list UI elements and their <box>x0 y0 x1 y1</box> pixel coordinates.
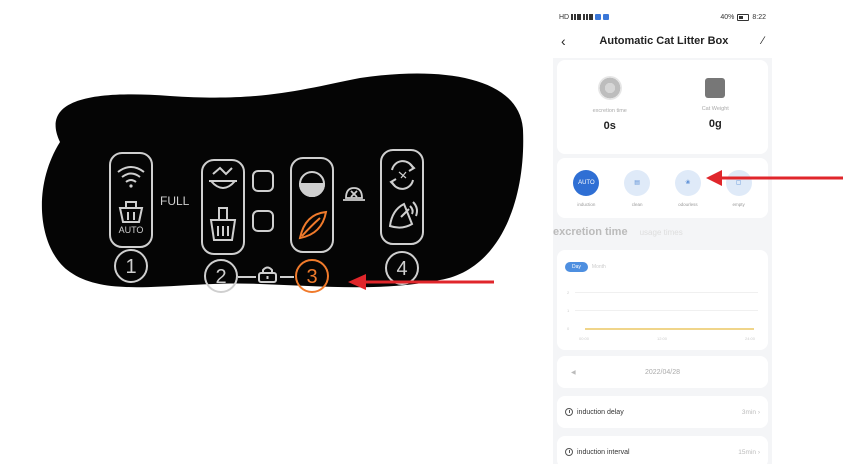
setting-value: 15min <box>738 448 757 456</box>
stats-card: excretion time 0s Cat Weight 0g <box>557 60 768 154</box>
tab-usage-times[interactable]: usage times <box>640 228 683 237</box>
trash-icon: ▢ <box>725 169 752 196</box>
button-2-label[interactable]: 2 <box>215 266 226 288</box>
status-time: 8:22 <box>752 13 766 21</box>
x-tick: 24:00 <box>745 336 756 341</box>
stat-label: excretion time <box>592 108 627 114</box>
period-toggle: Day Month <box>565 262 606 272</box>
clock-icon <box>597 76 622 100</box>
auto-label: AUTO <box>119 225 144 235</box>
clock-icon <box>565 408 573 416</box>
mode-induction[interactable]: AUTO induction <box>573 169 600 207</box>
usage-chart: Day Month 2 1 0 00:00 12:00 24:00 <box>557 250 768 350</box>
status-hd: HD <box>559 13 570 21</box>
battery-icon <box>737 13 750 21</box>
app-icon-2 <box>603 14 610 20</box>
chevron-right-icon: › <box>757 408 760 416</box>
panel-body <box>41 73 524 288</box>
chart-tabs: excretion time usage times <box>553 226 772 248</box>
app-icon <box>595 14 602 20</box>
mode-label: empty <box>732 201 745 207</box>
setting-label: induction interval <box>577 448 630 456</box>
setting-induction-delay[interactable]: induction delay 3min › <box>557 396 768 428</box>
scale-icon <box>705 78 726 98</box>
x-tick: 00:00 <box>579 336 590 341</box>
signal-icon-2 <box>583 14 594 20</box>
status-bar: HD 40% 8:22 <box>553 10 772 24</box>
chevron-right-icon: › <box>757 448 760 456</box>
selected-date: 2022/04/28 <box>644 368 681 376</box>
mode-card: AUTO induction ▤ clean ❀ odourless ▢ emp… <box>557 158 768 218</box>
mode-empty[interactable]: ▢ empty <box>725 169 752 207</box>
phone-app-screen: HD 40% 8:22 ‹ Automatic Cat Litter Box ∕… <box>553 10 772 464</box>
button-1-label[interactable]: 1 <box>125 256 136 278</box>
basket-icon: ▤ <box>624 169 651 196</box>
signal-icon <box>571 14 582 20</box>
stat-excretion-time: excretion time 0s <box>557 60 663 154</box>
stat-label: Cat Weight <box>701 106 729 112</box>
usage-line <box>585 328 754 330</box>
full-label: FULL <box>160 194 190 208</box>
date-selector: ◀ 2022/04/28 ▶ <box>557 356 768 388</box>
toggle-month[interactable]: Month <box>592 264 606 270</box>
gridline <box>575 292 758 293</box>
pencil-icon[interactable]: ∕ <box>762 35 764 47</box>
battery-percent: 40% <box>720 13 735 21</box>
mode-label: clean <box>631 201 643 207</box>
auto-icon: AUTO <box>573 169 600 196</box>
nav-bar: ‹ Automatic Cat Litter Box ∕ <box>553 24 772 58</box>
leaf-icon: ❀ <box>674 169 701 196</box>
page-title: Automatic Cat Litter Box <box>599 35 729 47</box>
stat-value: 0g <box>708 118 722 130</box>
gridline <box>575 310 758 311</box>
prev-date-icon[interactable]: ◀ <box>571 369 576 376</box>
toggle-day[interactable]: Day <box>565 262 588 272</box>
mode-clean[interactable]: ▤ clean <box>624 169 651 207</box>
setting-induction-interval[interactable]: induction interval 15min › <box>557 436 768 464</box>
y-tick: 0 <box>567 326 570 331</box>
mode-odourless[interactable]: ❀ odourless <box>674 169 701 207</box>
y-tick: 1 <box>567 308 570 313</box>
setting-label: induction delay <box>577 408 624 416</box>
setting-value: 3min <box>741 408 757 416</box>
x-tick: 12:00 <box>657 336 668 341</box>
device-control-panel: AUTO 1 FULL 2 3 4 <box>41 73 524 293</box>
chevron-left-icon[interactable]: ‹ <box>561 33 566 49</box>
stat-value: 0s <box>603 120 616 132</box>
mode-label: odourless <box>678 201 698 207</box>
clock-icon <box>565 448 573 456</box>
mode-label: induction <box>577 201 596 207</box>
tab-excretion-time[interactable]: excretion time <box>553 226 628 238</box>
y-tick: 2 <box>567 290 570 295</box>
stat-cat-weight: Cat Weight 0g <box>663 60 769 154</box>
button-4-label[interactable]: 4 <box>396 258 407 280</box>
button-3-label[interactable]: 3 <box>306 266 317 288</box>
